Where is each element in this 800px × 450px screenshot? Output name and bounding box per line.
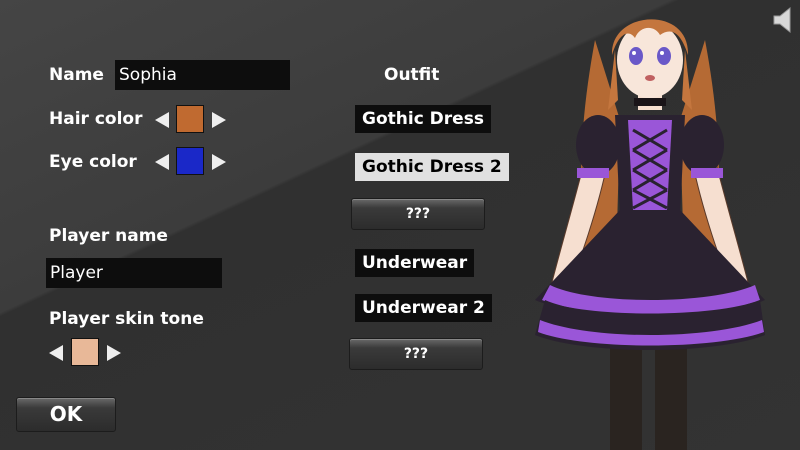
name-input[interactable] (115, 60, 290, 90)
outfit-gothic-dress-button[interactable]: Gothic Dress (355, 105, 491, 133)
hair-color-swatch (176, 105, 204, 133)
skin-tone-next-arrow-right-icon[interactable] (107, 345, 121, 361)
hair-color-label: Hair color (49, 109, 143, 129)
outfit-locked-button-2[interactable]: ??? (349, 338, 483, 370)
eye-color-prev-arrow-left-icon[interactable] (155, 154, 169, 170)
outfit-underwear-2-button[interactable]: Underwear 2 (355, 294, 492, 322)
outfit-underwear-button[interactable]: Underwear (355, 249, 475, 277)
character-sprite (535, 19, 765, 450)
name-label: Name (49, 65, 104, 85)
ok-button[interactable]: OK (16, 397, 116, 432)
outfit-locked-button-1[interactable]: ??? (351, 198, 485, 230)
eye-color-swatch (176, 147, 204, 175)
outfit-gothic-dress-2-button[interactable]: Gothic Dress 2 (355, 153, 509, 181)
eye-color-next-arrow-right-icon[interactable] (212, 154, 226, 170)
hair-color-next-arrow-right-icon[interactable] (212, 112, 226, 128)
eye-color-label: Eye color (49, 152, 137, 172)
player-name-label: Player name (49, 226, 168, 246)
hair-color-prev-arrow-left-icon[interactable] (155, 112, 169, 128)
player-skin-tone-label: Player skin tone (49, 309, 204, 329)
outfit-title: Outfit (384, 65, 440, 85)
player-name-input[interactable] (46, 258, 222, 288)
skin-tone-swatch (71, 338, 99, 366)
skin-tone-prev-arrow-left-icon[interactable] (49, 345, 63, 361)
